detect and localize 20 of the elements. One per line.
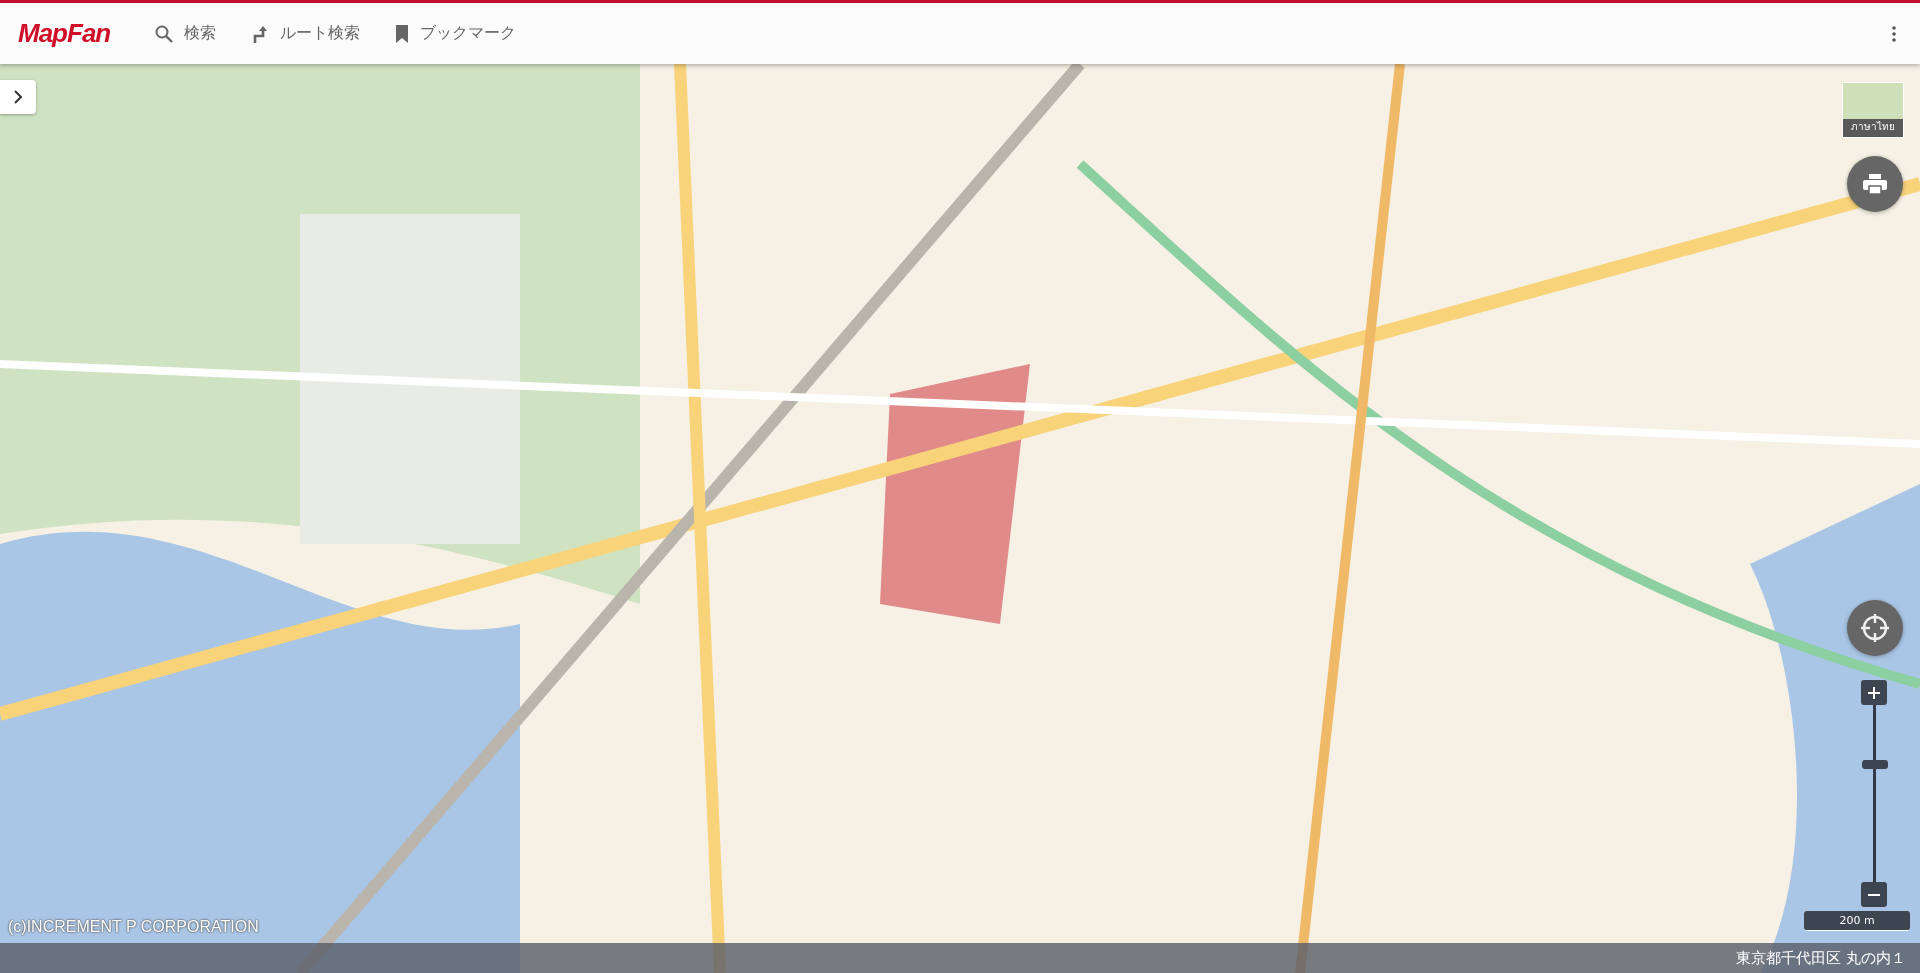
zoom-in-button[interactable] bbox=[1861, 680, 1887, 705]
printer-icon bbox=[1862, 173, 1888, 195]
nav-link[interactable]: 検索 bbox=[150, 19, 221, 48]
more-vertical-icon bbox=[1892, 25, 1896, 42]
bookmark-icon bbox=[394, 23, 411, 44]
nav-link[interactable]: ブックマーク bbox=[390, 19, 521, 48]
minus-icon bbox=[1867, 893, 1881, 896]
plus-icon bbox=[1867, 685, 1881, 700]
crosshair-icon bbox=[1860, 613, 1890, 643]
address-text: 東京都千代田区 丸の内１ bbox=[1736, 948, 1906, 968]
scale-bar: 200 m bbox=[1804, 911, 1910, 931]
expand-panel-button[interactable] bbox=[0, 80, 36, 114]
language-button[interactable]: ภาษาไทย bbox=[1842, 82, 1904, 138]
chevron-right-icon bbox=[13, 90, 23, 104]
nav-link[interactable]: ルート検索 bbox=[246, 19, 365, 48]
zoom-slider-handle[interactable] bbox=[1861, 760, 1888, 770]
copyright-text: (c)INCREMENT P CORPORATION bbox=[8, 918, 259, 936]
zoom-out-button[interactable] bbox=[1861, 882, 1887, 907]
search-icon bbox=[154, 23, 175, 44]
logo[interactable]: MapFan bbox=[18, 18, 111, 49]
